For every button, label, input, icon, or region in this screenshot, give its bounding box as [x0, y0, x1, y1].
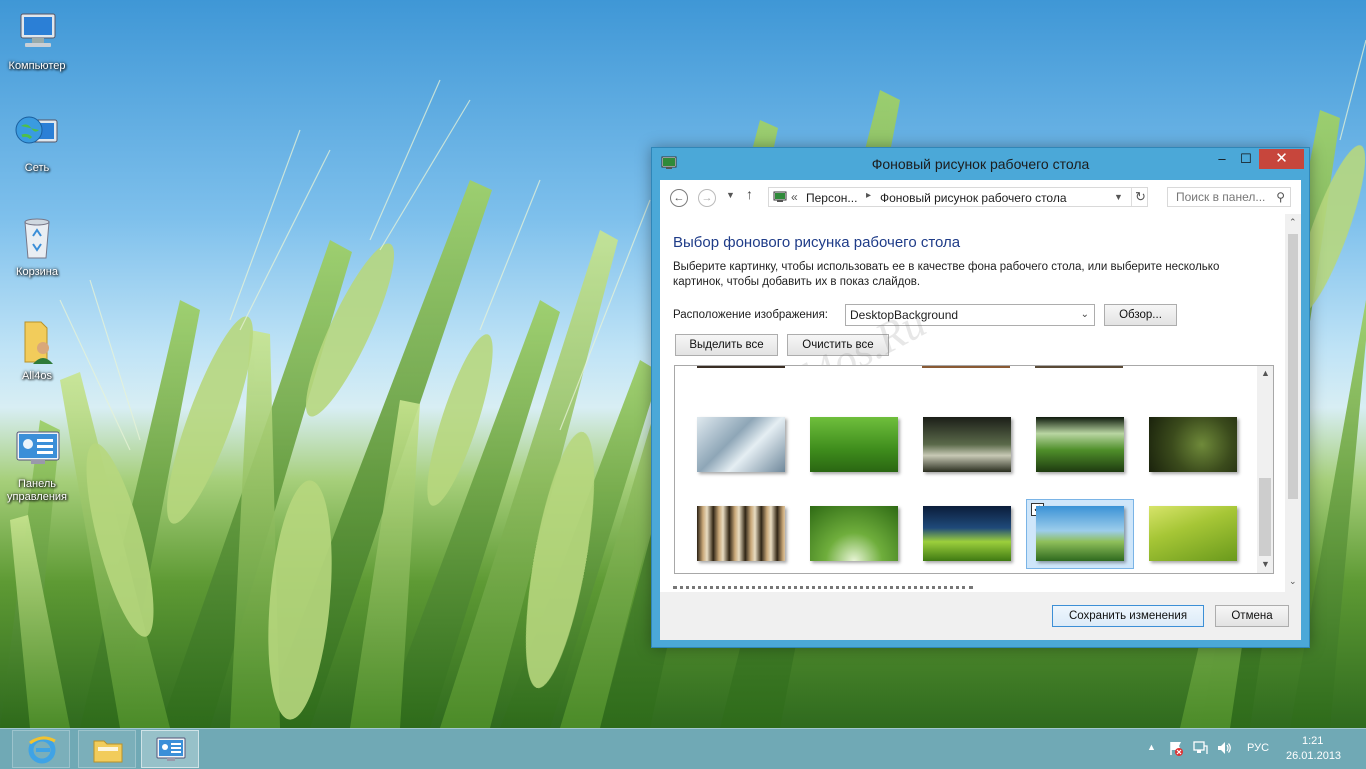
- content-pane: Выбор фонового рисунка рабочего стола Вы…: [660, 214, 1301, 592]
- clock-date[interactable]: 26.01.2013: [1286, 750, 1341, 762]
- taskbar-explorer-button[interactable]: [78, 730, 136, 768]
- control-panel-icon: [13, 426, 61, 474]
- select-all-button[interactable]: Выделить все: [675, 334, 778, 356]
- breadcrumb-item-personalization[interactable]: Персон...: [806, 191, 857, 205]
- input-language-indicator[interactable]: РУС: [1247, 742, 1269, 754]
- clock-time[interactable]: 1:21: [1302, 735, 1323, 747]
- breadcrumb-separator-icon: ▸: [866, 190, 872, 201]
- show-hidden-icons-chevron-icon[interactable]: ▲: [1147, 742, 1156, 752]
- minimize-button[interactable]: –: [1209, 149, 1235, 169]
- desktop-icon-label: Компьютер: [8, 60, 66, 72]
- browse-button[interactable]: Обзор...: [1104, 304, 1177, 326]
- wallpaper-thumb[interactable]: [810, 417, 898, 472]
- page-heading: Выбор фонового рисунка рабочего стола: [673, 234, 961, 251]
- scroll-up-arrow-icon[interactable]: ▲: [1261, 368, 1270, 378]
- gallery-scrollbar[interactable]: ▲ ▼: [1257, 366, 1273, 573]
- wallpaper-gallery: ✓ ▲ ▼: [674, 365, 1274, 574]
- desktop-icon-label-line1: Панель: [17, 478, 56, 490]
- save-changes-button[interactable]: Сохранить изменения: [1052, 605, 1204, 627]
- control-panel-icon: [155, 735, 187, 768]
- desktop-icon-control-panel[interactable]: Панель управления: [0, 426, 74, 504]
- content-scrollbar[interactable]: ⌃ ⌄: [1285, 214, 1301, 592]
- wallpaper-thumb[interactable]: [697, 417, 785, 472]
- breadcrumb-item-desktop-background[interactable]: Фоновый рисунок рабочего стола: [880, 191, 1067, 205]
- taskbar-ie-button[interactable]: [12, 730, 70, 768]
- up-arrow-icon[interactable]: ↑: [746, 186, 753, 202]
- picture-location-label: Расположение изображения:: [673, 309, 828, 321]
- desktop-icon-label: Корзина: [16, 266, 58, 278]
- wallpaper-thumb[interactable]: [810, 506, 898, 561]
- wallpaper-thumb[interactable]: [1036, 417, 1124, 472]
- file-explorer-icon: [92, 735, 124, 768]
- wallpaper-thumb[interactable]: [1149, 417, 1237, 472]
- desktop-icon-label: All4os: [22, 370, 52, 382]
- back-arrow-icon[interactable]: ←: [670, 189, 688, 207]
- content-scroll-down-icon[interactable]: ⌄: [1289, 576, 1297, 587]
- cancel-button[interactable]: Отмена: [1215, 605, 1289, 627]
- refresh-icon[interactable]: ↻: [1131, 188, 1149, 206]
- recent-locations-chevron-icon[interactable]: ▼: [726, 190, 735, 200]
- user-folder-icon: [13, 318, 61, 366]
- desktop-icon-recycle-bin[interactable]: Корзина: [0, 214, 74, 279]
- forward-arrow-icon[interactable]: →: [698, 189, 716, 207]
- desktop-icon-label: Сеть: [24, 162, 50, 174]
- computer-icon: [13, 8, 61, 56]
- wallpaper-thumb-partial[interactable]: [922, 366, 1010, 368]
- wallpaper-thumb[interactable]: [923, 506, 1011, 561]
- action-center-flag-icon[interactable]: [1168, 740, 1184, 759]
- window-titlebar[interactable]: Фоновый рисунок рабочего стола – ☐ ✕: [652, 148, 1309, 178]
- content-scrollbar-thumb[interactable]: [1288, 234, 1298, 499]
- wallpaper-thumb[interactable]: [923, 417, 1011, 472]
- search-input[interactable]: Поиск в панел... ⚲: [1167, 187, 1291, 207]
- page-description: Выберите картинку, чтобы использовать ее…: [673, 261, 1220, 288]
- close-button[interactable]: ✕: [1259, 149, 1304, 169]
- wallpaper-thumb[interactable]: [697, 506, 785, 561]
- desktop-icon-computer[interactable]: Компьютер: [0, 8, 74, 73]
- dialog-button-bar: Сохранить изменения Отмена: [660, 592, 1301, 640]
- wallpaper-thumb-selected[interactable]: [1036, 506, 1124, 561]
- scrollbar-thumb[interactable]: [1259, 478, 1271, 556]
- chevron-down-icon: ⌄: [1080, 309, 1089, 320]
- volume-speaker-icon[interactable]: [1216, 740, 1232, 759]
- desktop-icon-user-folder[interactable]: All4os: [0, 318, 74, 383]
- breadcrumb[interactable]: « Персон... ▸ Фоновый рисунок рабочего с…: [768, 187, 1148, 207]
- wallpaper-thumb-selected-frame[interactable]: ✓: [1026, 499, 1134, 569]
- wallpaper-thumb[interactable]: [1149, 506, 1237, 561]
- taskbar-control-panel-button[interactable]: [141, 730, 199, 768]
- desktop-icon-label-line2: управления: [7, 491, 67, 503]
- network-status-icon[interactable]: [1192, 740, 1208, 759]
- breadcrumb-control-panel-icon: [773, 190, 787, 207]
- search-icon: ⚲: [1276, 190, 1285, 204]
- maximize-button[interactable]: ☐: [1233, 149, 1259, 169]
- search-placeholder: Поиск в панел...: [1176, 190, 1266, 204]
- network-globe-icon: [13, 110, 61, 158]
- desktop-background-window: Фоновый рисунок рабочего стола – ☐ ✕ ← →…: [651, 147, 1310, 648]
- breadcrumb-prefix[interactable]: «: [791, 190, 798, 204]
- content-scroll-up-icon[interactable]: ⌃: [1289, 217, 1297, 228]
- wallpaper-thumb-partial[interactable]: [1035, 366, 1123, 368]
- breadcrumb-dropdown-icon[interactable]: ▼: [1114, 192, 1123, 202]
- recycle-bin-icon: [13, 214, 61, 262]
- taskbar: ▲ РУС 1:21 26.01.2013: [0, 728, 1366, 769]
- desktop-icon-network[interactable]: Сеть: [0, 110, 74, 175]
- wallpaper-thumb-partial[interactable]: [697, 366, 785, 368]
- internet-explorer-icon: [27, 734, 57, 767]
- address-bar: ← → ▼ ↑ « Персон... ▸ Фоновый рисунок ра…: [660, 180, 1301, 214]
- scroll-down-arrow-icon[interactable]: ▼: [1261, 559, 1270, 569]
- system-tray: ▲ РУС 1:21 26.01.2013: [1140, 729, 1366, 769]
